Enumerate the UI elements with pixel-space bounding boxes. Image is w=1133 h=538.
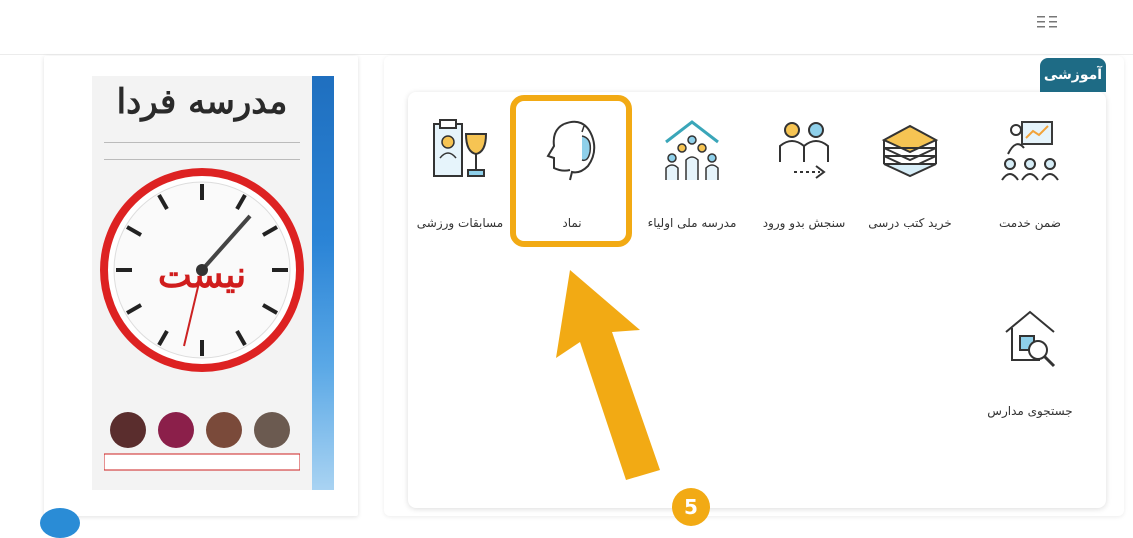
top-bar [0,0,1133,54]
header-divider [0,54,1133,55]
service-sports-competitions[interactable]: مسابقات ورزشی [408,104,512,234]
service-label: سنجش بدو ورود [762,216,846,230]
entrance-assessment-icon [779,122,829,179]
service-label: مسابقات ورزشی [416,216,504,230]
teacher-presentation-icon [1001,121,1059,181]
authors-portraits [104,412,300,471]
service-school-search[interactable]: جستجوی مدارس [978,292,1082,422]
category-tab[interactable]: آموزشی [1040,58,1106,92]
service-label: مدرسه ملی اولیاء [647,216,737,230]
magazine-subtitle-strip [104,142,300,160]
service-label: جستجوی مدارس [987,404,1073,418]
school-search-icon [1005,310,1056,368]
service-in-service-training[interactable]: ضمن خدمت [978,104,1082,234]
service-label: ضمن خدمت [998,216,1061,230]
stacked-books-icon [881,124,939,178]
service-national-parents-school[interactable]: مدرسه ملی اولیاء [640,104,744,234]
pointer-arrow-icon [556,270,660,480]
magazine-cover-image[interactable]: مدرسه فردا نیست [92,76,312,490]
highlight-box [510,95,632,247]
magazine-title: مدرسه فردا [116,82,288,122]
magazine-headline: نیست [157,254,247,296]
service-label: خرید کتب درسی [868,216,952,230]
sports-trophy-icon [433,119,488,177]
grid-menu-icon[interactable] [1036,14,1058,30]
service-entrance-assessment[interactable]: سنجش بدو ورود [752,104,856,234]
step-number-badge: 5 [672,488,710,526]
service-buy-textbooks[interactable]: خرید کتب درسی [858,104,962,234]
magazine-side-strip [312,76,334,490]
parents-school-icon [665,120,719,180]
scroll-top-button[interactable] [40,508,80,538]
